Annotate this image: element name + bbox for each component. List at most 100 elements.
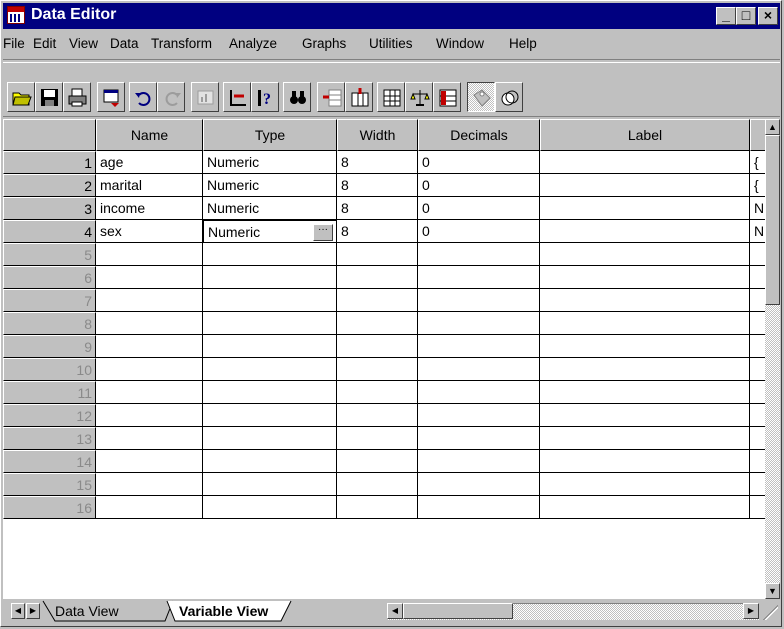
cell-label[interactable] [540, 151, 750, 174]
empty-cell[interactable] [203, 289, 337, 312]
empty-cell[interactable] [337, 427, 418, 450]
row-header[interactable]: 13 [3, 427, 96, 450]
empty-cell[interactable] [418, 473, 540, 496]
empty-cell[interactable] [540, 289, 750, 312]
empty-cell[interactable] [337, 381, 418, 404]
empty-cell[interactable] [96, 266, 203, 289]
row-header[interactable]: 10 [3, 358, 96, 381]
empty-cell[interactable] [337, 289, 418, 312]
tab-scroll-left-button[interactable]: ◀ [11, 603, 25, 619]
goto-case-button[interactable] [223, 82, 251, 112]
cell-width[interactable]: 8 [337, 151, 418, 174]
empty-cell[interactable] [750, 289, 765, 312]
column-header-name[interactable]: Name [96, 119, 203, 151]
empty-cell[interactable] [418, 312, 540, 335]
column-header-type[interactable]: Type [203, 119, 337, 151]
close-button[interactable]: × [758, 7, 778, 25]
empty-cell[interactable] [750, 358, 765, 381]
goto-chart-button[interactable] [191, 82, 219, 112]
insert-variable-button[interactable] [345, 82, 373, 112]
open-button[interactable] [7, 82, 35, 112]
cell-type[interactable]: Numeric [203, 197, 337, 220]
empty-cell[interactable] [750, 496, 765, 519]
empty-cell[interactable] [203, 312, 337, 335]
empty-cell[interactable] [540, 312, 750, 335]
empty-cell[interactable] [418, 404, 540, 427]
hscroll-right-button[interactable]: ▶ [743, 603, 759, 619]
empty-cell[interactable] [418, 358, 540, 381]
empty-cell[interactable] [96, 358, 203, 381]
cell-decimals[interactable]: 0 [418, 220, 540, 243]
empty-cell[interactable] [418, 381, 540, 404]
menu-view[interactable]: View [69, 36, 98, 51]
empty-cell[interactable] [418, 289, 540, 312]
menu-edit[interactable]: Edit [33, 36, 56, 51]
find-button[interactable] [283, 82, 311, 112]
cell-decimals[interactable]: 0 [418, 151, 540, 174]
cell-name[interactable]: sex [96, 220, 203, 243]
empty-cell[interactable] [203, 473, 337, 496]
empty-cell[interactable] [540, 404, 750, 427]
row-header[interactable]: 3 [3, 197, 96, 220]
dialog-recall-button[interactable] [97, 82, 125, 112]
empty-cell[interactable] [337, 312, 418, 335]
empty-cell[interactable] [203, 243, 337, 266]
empty-cell[interactable] [96, 473, 203, 496]
cell-decimals[interactable]: 0 [418, 174, 540, 197]
empty-cell[interactable] [750, 335, 765, 358]
insert-case-button[interactable] [317, 82, 345, 112]
cell-label[interactable] [540, 220, 750, 243]
empty-cell[interactable] [96, 427, 203, 450]
maximize-button[interactable]: □ [736, 7, 756, 25]
type-ellipsis-button[interactable]: ··· [313, 224, 333, 241]
corner-header[interactable] [3, 119, 96, 151]
empty-cell[interactable] [203, 335, 337, 358]
empty-cell[interactable] [418, 450, 540, 473]
row-header[interactable]: 12 [3, 404, 96, 427]
empty-cell[interactable] [203, 381, 337, 404]
empty-cell[interactable] [96, 381, 203, 404]
empty-cell[interactable] [337, 358, 418, 381]
column-header-label[interactable]: Label [540, 119, 750, 151]
row-header[interactable]: 7 [3, 289, 96, 312]
empty-cell[interactable] [750, 427, 765, 450]
column-header-decimals[interactable]: Decimals [418, 119, 540, 151]
menu-analyze[interactable]: Analyze [229, 36, 277, 51]
select-cases-button[interactable] [433, 82, 461, 112]
hscroll-thumb[interactable] [403, 603, 513, 619]
menu-window[interactable]: Window [436, 36, 484, 51]
vertical-scrollbar[interactable]: ▲ ▼ [765, 119, 780, 599]
row-header[interactable]: 1 [3, 151, 96, 174]
empty-cell[interactable] [96, 450, 203, 473]
cell-type[interactable]: Numeric [203, 151, 337, 174]
empty-cell[interactable] [96, 312, 203, 335]
menu-utilities[interactable]: Utilities [369, 36, 413, 51]
cell-width[interactable]: 8 [337, 220, 418, 243]
empty-cell[interactable] [337, 496, 418, 519]
empty-cell[interactable] [750, 381, 765, 404]
row-header[interactable]: 16 [3, 496, 96, 519]
empty-cell[interactable] [337, 266, 418, 289]
empty-cell[interactable] [540, 243, 750, 266]
empty-cell[interactable] [418, 266, 540, 289]
minimize-button[interactable]: _ [716, 7, 736, 25]
row-header[interactable]: 4 [3, 220, 96, 243]
title-bar[interactable]: Data Editor _ □ × [3, 3, 780, 29]
save-button[interactable] [35, 82, 63, 112]
cell-values[interactable]: N [750, 197, 765, 220]
empty-cell[interactable] [540, 266, 750, 289]
cell-decimals[interactable]: 0 [418, 197, 540, 220]
empty-cell[interactable] [750, 473, 765, 496]
empty-cell[interactable] [203, 450, 337, 473]
empty-cell[interactable] [540, 473, 750, 496]
empty-cell[interactable] [337, 404, 418, 427]
empty-cell[interactable] [418, 427, 540, 450]
cell-values[interactable]: { [750, 151, 765, 174]
scroll-thumb[interactable] [765, 135, 780, 305]
empty-cell[interactable] [750, 404, 765, 427]
redo-button[interactable] [157, 82, 185, 112]
empty-cell[interactable] [418, 243, 540, 266]
scroll-down-button[interactable]: ▼ [765, 583, 780, 599]
empty-cell[interactable] [750, 312, 765, 335]
empty-cell[interactable] [337, 473, 418, 496]
